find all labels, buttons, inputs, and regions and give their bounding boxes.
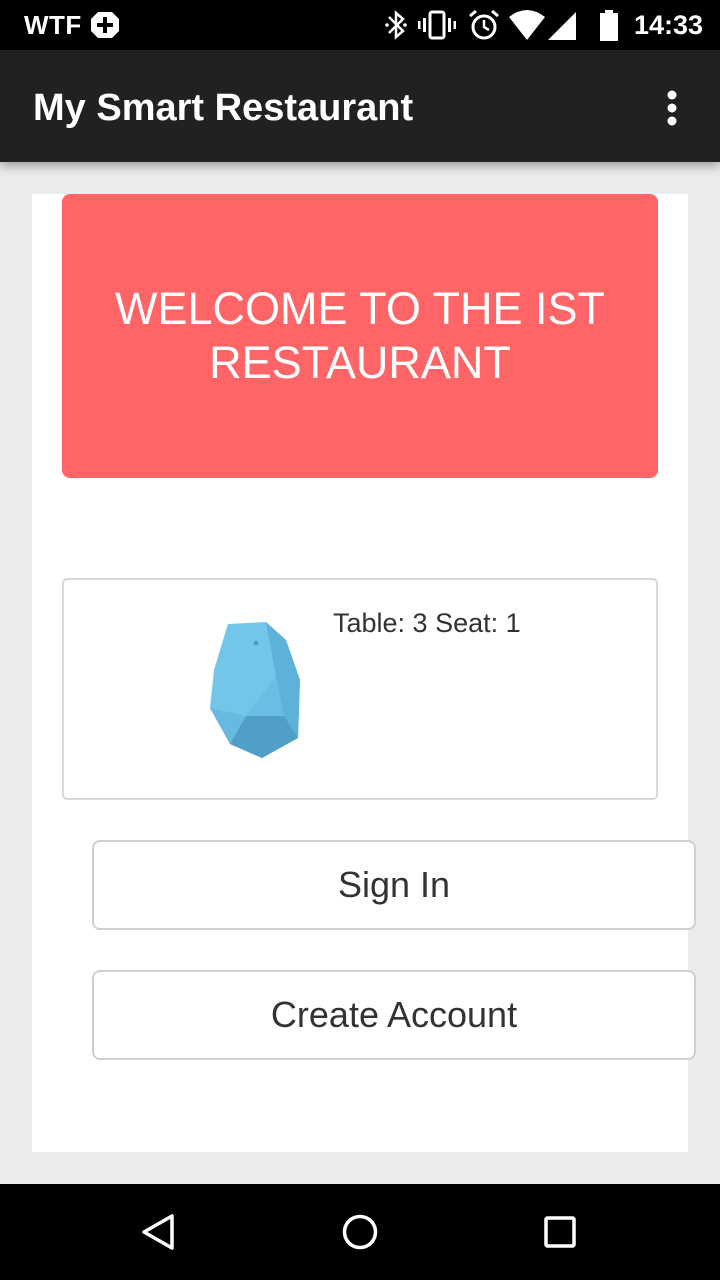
app-bar: My Smart Restaurant (0, 50, 720, 162)
signal-icon (548, 12, 576, 40)
bluetooth-icon (385, 10, 407, 40)
beacon-panel: Table: 3 Seat: 1 (62, 578, 658, 800)
welcome-text: WELCOME TO THE IST RESTAURANT (114, 283, 606, 388)
status-bar: WTF 14:33 (0, 0, 720, 50)
carrier-label: WTF (24, 10, 82, 40)
home-icon[interactable] (336, 1208, 384, 1256)
content-card: WELCOME TO THE IST RESTAURANT Table: 3 S… (32, 194, 696, 1152)
more-vert-icon[interactable] (648, 84, 696, 132)
clock: 14:33 (634, 10, 704, 40)
sign-in-button[interactable]: Sign In (92, 840, 696, 930)
wifi-icon (509, 10, 545, 40)
table-seat-label: Table: 3 Seat: 1 (333, 608, 521, 638)
vibrate-icon (418, 10, 456, 40)
navigation-bar (0, 1184, 720, 1280)
welcome-banner: WELCOME TO THE IST RESTAURANT (62, 194, 658, 478)
back-icon[interactable] (136, 1208, 184, 1256)
beacon-icon (210, 622, 300, 758)
recents-icon[interactable] (536, 1208, 584, 1256)
alarm-icon (469, 9, 499, 40)
battery-icon (600, 10, 618, 41)
create-account-button[interactable]: Create Account (92, 970, 696, 1060)
app-title: My Smart Restaurant (33, 87, 414, 129)
plus-box-icon (91, 12, 119, 38)
